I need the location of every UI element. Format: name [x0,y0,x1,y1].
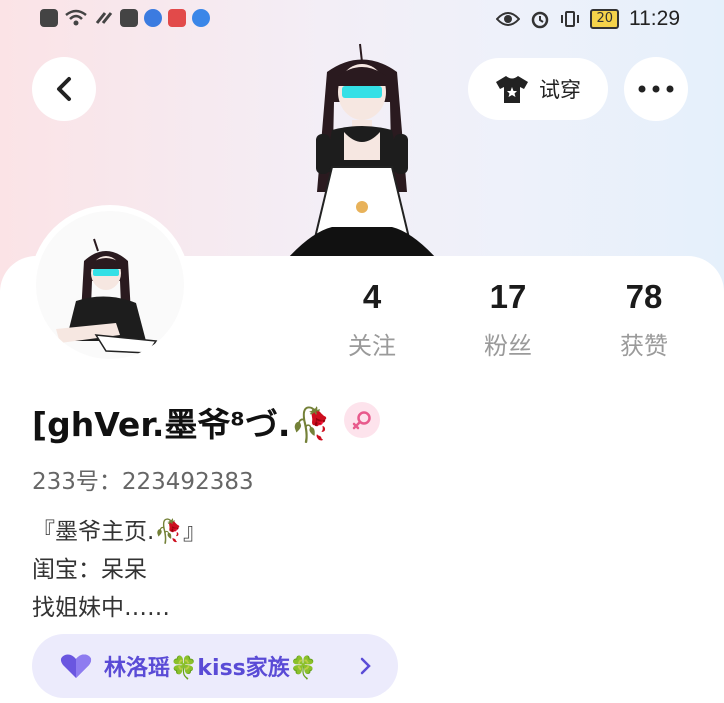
chevron-right-icon [360,657,371,675]
app-notification-icon [168,9,186,27]
status-bar: 20 11:29 [0,6,724,36]
followers-count: 17 [489,278,527,315]
likes-label: 获赞 [620,332,668,360]
status-time: 11:29 [629,7,680,30]
wifi-icon [65,9,87,26]
avatar-image [36,211,184,359]
likes-count: 78 [625,278,663,315]
status-left-icons [40,9,210,27]
character-figure-image [288,43,436,258]
alarm-icon [532,11,549,29]
bio-line: 闺宝：呆呆 [32,557,147,583]
stat-following[interactable]: 4 关注 [312,278,432,361]
stat-likes[interactable]: 78 获赞 [584,278,704,361]
tshirt-icon [496,76,528,103]
following-count: 4 [362,278,382,315]
user-uid: 233号：223492383 [32,469,254,495]
bio-line: 『墨爷主页.🥀』 [32,519,206,545]
music-icon [144,9,162,27]
try-on-label: 试穿 [539,78,581,102]
stat-followers[interactable]: 17 粉丝 [448,278,568,361]
link-icon [95,12,113,24]
vibrate-icon [561,11,580,27]
bio-line: 找姐妹中…… [32,595,170,621]
followers-label: 粉丝 [484,332,532,360]
browser-icon [192,9,210,27]
family-group-button[interactable]: 林洛瑶🍀kiss家族🍀 [32,634,398,698]
alert-icon [40,9,58,27]
female-gender-badge [344,402,380,438]
female-icon [352,411,371,430]
eye-icon [496,12,521,26]
family-group-label: 林洛瑶🍀kiss家族🍀 [104,656,318,681]
user-nickname: [ghVer.墨爷⁸づ.🥀 [32,405,332,444]
more-options-button[interactable] [624,57,688,121]
following-label: 关注 [348,332,396,360]
try-on-button[interactable]: 试穿 [468,58,608,120]
gallery-icon [120,9,138,27]
avatar-character-icon [56,238,158,354]
battery-indicator: 20 [590,9,619,29]
heart-icon [60,654,92,678]
back-button[interactable] [32,57,96,121]
more-dots-icon [638,85,674,93]
status-right: 20 11:29 [496,7,680,31]
chevron-left-icon [57,77,71,101]
user-avatar[interactable] [30,205,190,365]
